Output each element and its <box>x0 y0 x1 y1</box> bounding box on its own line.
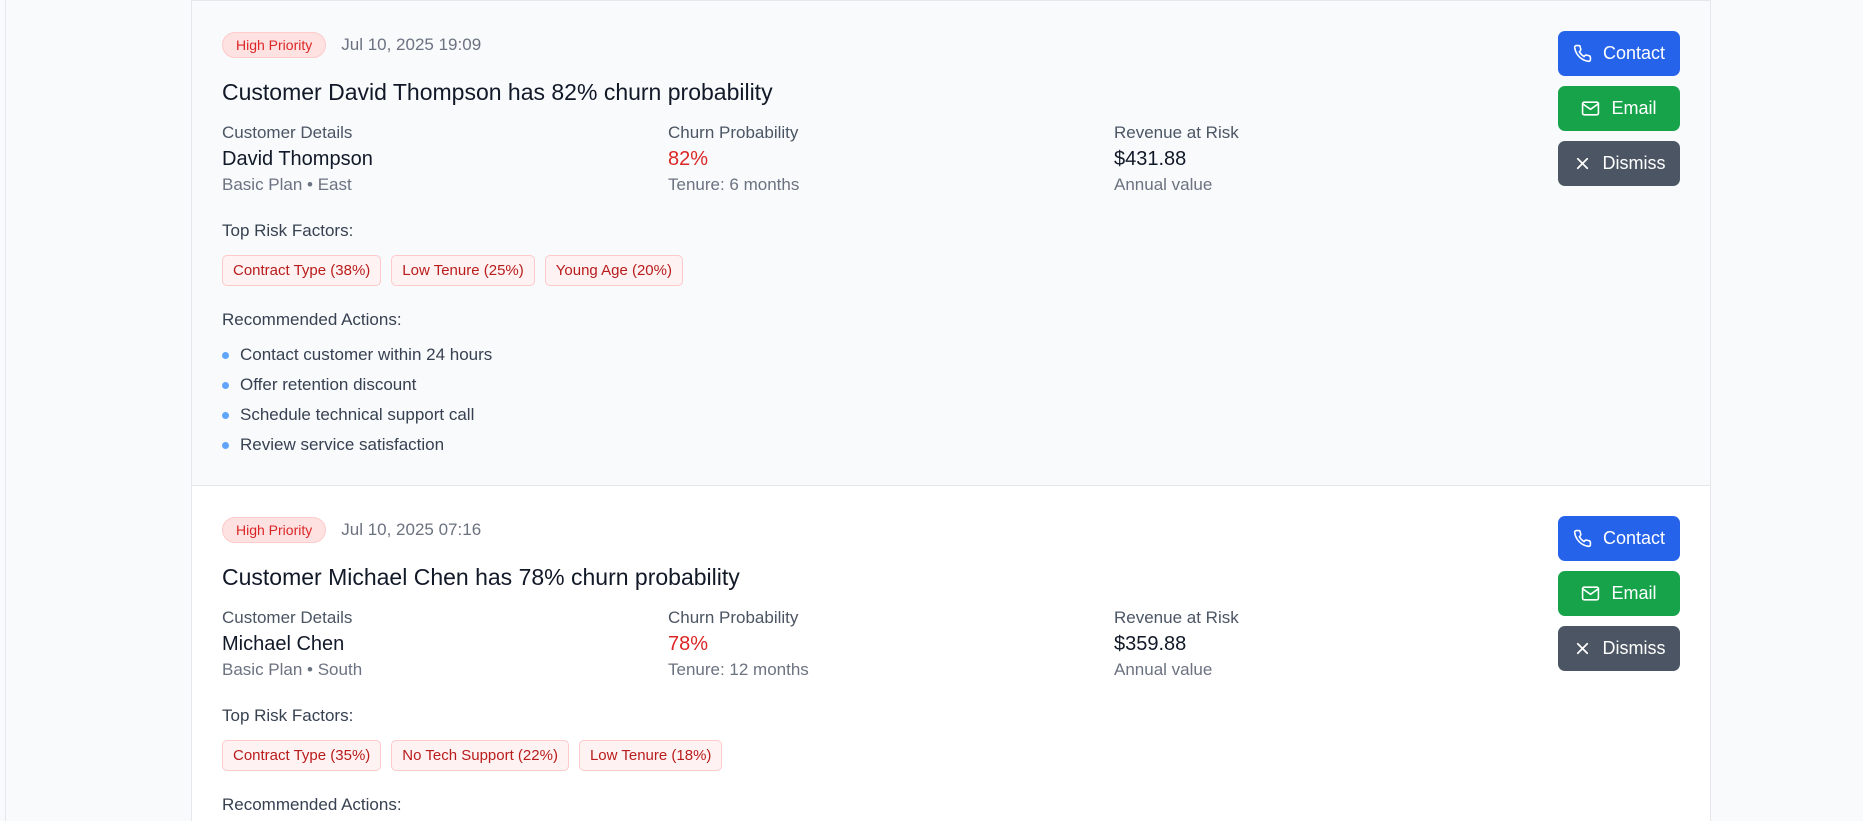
email-button[interactable]: Email <box>1558 86 1680 131</box>
dismiss-button-label: Dismiss <box>1602 153 1666 173</box>
email-button-label: Email <box>1611 98 1657 118</box>
bullet-icon <box>222 411 229 419</box>
revenue-at-risk-label: Revenue at Risk <box>1114 608 1239 627</box>
dismiss-button-label: Dismiss <box>1602 638 1666 658</box>
revenue-at-risk-value: $431.88 <box>1114 148 1187 170</box>
recommended-actions-list: Contact customer within 24 hours Offer r… <box>222 340 1680 460</box>
priority-badge: High Priority <box>222 517 327 543</box>
risk-factors: Contract Type (38%) Low Tenure (25%) You… <box>222 255 1680 286</box>
close-icon <box>1576 642 1588 655</box>
revenue-at-risk: Revenue at Risk $359.88 Annual value <box>1114 606 1560 682</box>
dismiss-button[interactable]: Dismiss <box>1558 141 1680 186</box>
alert-stats: Customer Details David Thompson Basic Pl… <box>222 121 1680 197</box>
churn-probability-label: Churn Probability <box>668 608 799 627</box>
contact-button-label: Contact <box>1602 528 1666 548</box>
alert-card: High Priority Jul 10, 2025 07:16 Custome… <box>192 485 1710 821</box>
list-item: Contact customer within 24 hours <box>222 340 1680 370</box>
list-item: Review service satisfaction <box>222 430 1680 460</box>
bullet-icon <box>222 441 229 449</box>
churn-probability-value: 78% <box>668 633 709 655</box>
recommended-actions-label: Recommended Actions: <box>222 310 402 329</box>
mail-icon <box>1582 586 1600 601</box>
risk-factor-chip: Low Tenure (25%) <box>391 255 535 286</box>
recommended-actions-label: Recommended Actions: <box>222 795 402 814</box>
alert-title: Customer David Thompson has 82% churn pr… <box>222 79 773 105</box>
phone-icon <box>1573 44 1592 63</box>
email-button-label: Email <box>1611 583 1657 603</box>
alerts-feed: High Priority Jul 10, 2025 19:09 Custome… <box>191 0 1711 821</box>
phone-icon <box>1573 529 1592 548</box>
alert-meta: High Priority Jul 10, 2025 19:09 <box>222 32 1680 58</box>
alert-card: High Priority Jul 10, 2025 19:09 Custome… <box>192 0 1710 485</box>
list-item: Schedule technical support call <box>222 400 1680 430</box>
action-text: Review service satisfaction <box>240 435 445 454</box>
churn-probability-value: 82% <box>668 148 709 170</box>
mail-icon <box>1582 101 1600 116</box>
list-item: Offer retention discount <box>222 370 1680 400</box>
churn-probability: Churn Probability 82% Tenure: 6 months <box>668 121 1114 197</box>
action-text: Offer retention discount <box>240 375 417 394</box>
contact-button-label: Contact <box>1602 43 1666 63</box>
revenue-at-risk-label: Revenue at Risk <box>1114 123 1239 142</box>
revenue-period: Annual value <box>1114 175 1213 194</box>
priority-badge: High Priority <box>222 32 327 58</box>
customer-details: Customer Details David Thompson Basic Pl… <box>222 121 668 197</box>
revenue-at-risk: Revenue at Risk $431.88 Annual value <box>1114 121 1560 197</box>
risk-factor-chip: Young Age (20%) <box>544 255 683 286</box>
alert-actions: Contact Email Dismiss <box>1558 516 1680 671</box>
customer-plan-region: Basic Plan • South <box>222 660 363 679</box>
risk-factor-chip: Low Tenure (18%) <box>578 740 723 771</box>
customer-details: Customer Details Michael Chen Basic Plan… <box>222 606 668 682</box>
risk-factor-chip: Contract Type (38%) <box>222 255 382 286</box>
alert-timestamp: Jul 10, 2025 19:09 <box>341 35 482 54</box>
alert-timestamp: Jul 10, 2025 07:16 <box>341 520 482 539</box>
customer-plan-region: Basic Plan • East <box>222 175 352 194</box>
bullet-icon <box>222 351 229 359</box>
dismiss-button[interactable]: Dismiss <box>1558 626 1680 671</box>
alert-title: Customer Michael Chen has 78% churn prob… <box>222 564 740 590</box>
alert-stats: Customer Details Michael Chen Basic Plan… <box>222 606 1680 682</box>
revenue-at-risk-value: $359.88 <box>1114 633 1187 655</box>
customer-details-label: Customer Details <box>222 608 353 627</box>
customer-name: Michael Chen <box>222 633 345 655</box>
risk-factor-chip: Contract Type (35%) <box>222 740 382 771</box>
contact-button[interactable]: Contact <box>1558 516 1680 561</box>
risk-factors-label: Top Risk Factors: <box>222 221 354 240</box>
risk-factors-label: Top Risk Factors: <box>222 706 354 725</box>
action-text: Schedule technical support call <box>240 405 475 424</box>
churn-probability-label: Churn Probability <box>668 123 799 142</box>
customer-details-label: Customer Details <box>222 123 353 142</box>
risk-factors: Contract Type (35%) No Tech Support (22%… <box>222 740 1680 771</box>
bullet-icon <box>222 381 229 389</box>
action-text: Contact customer within 24 hours <box>240 345 493 364</box>
customer-name: David Thompson <box>222 148 373 170</box>
close-icon <box>1576 157 1588 170</box>
customer-tenure: Tenure: 6 months <box>668 175 800 194</box>
alert-meta: High Priority Jul 10, 2025 07:16 <box>222 517 1680 543</box>
page-divider <box>5 0 6 821</box>
contact-button[interactable]: Contact <box>1558 31 1680 76</box>
customer-tenure: Tenure: 12 months <box>668 660 809 679</box>
risk-factor-chip: No Tech Support (22%) <box>391 740 569 771</box>
alert-actions: Contact Email Dismiss <box>1558 31 1680 186</box>
revenue-period: Annual value <box>1114 660 1213 679</box>
churn-probability: Churn Probability 78% Tenure: 12 months <box>668 606 1114 682</box>
email-button[interactable]: Email <box>1558 571 1680 616</box>
